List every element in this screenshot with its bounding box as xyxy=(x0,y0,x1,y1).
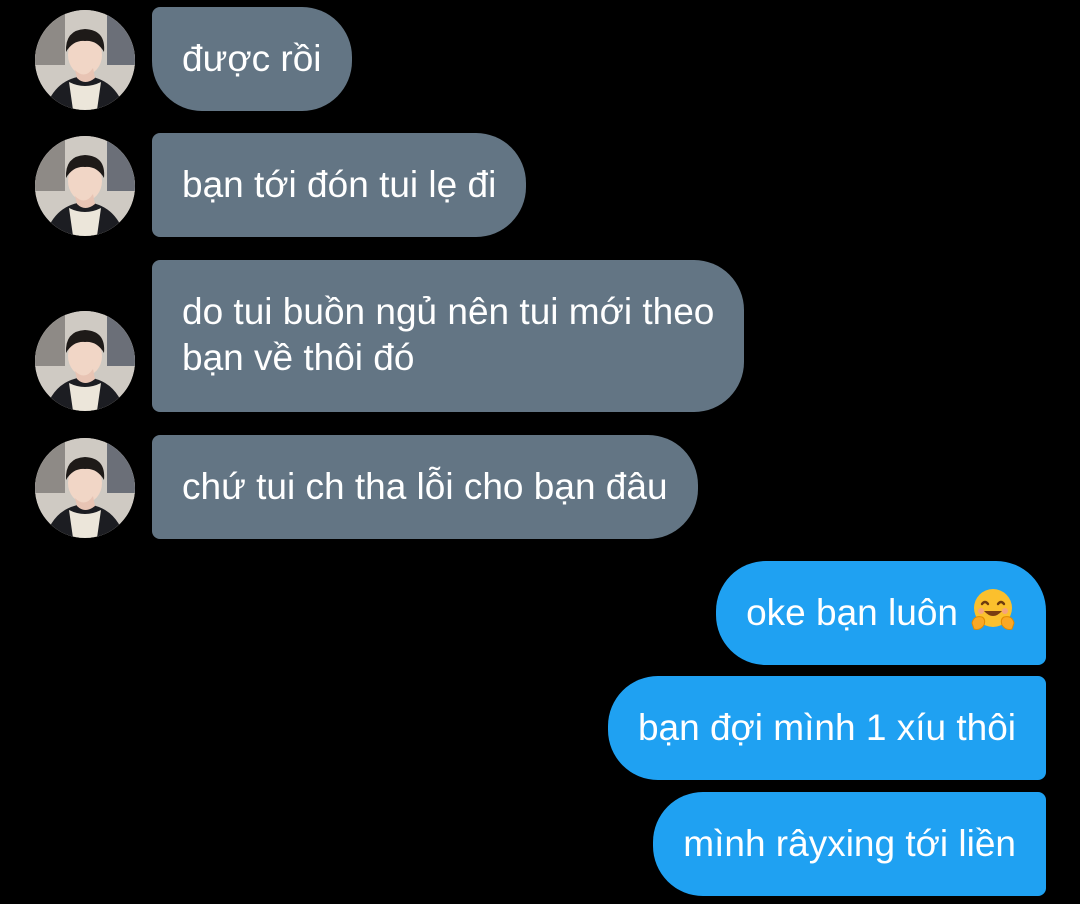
contact-photo xyxy=(35,438,135,538)
contact-avatar[interactable] xyxy=(35,10,135,110)
contact-avatar[interactable] xyxy=(35,136,135,236)
message-text: bạn đợi mình 1 xíu thôi xyxy=(637,707,1016,748)
message-text: được rồi xyxy=(182,38,322,79)
contact-photo xyxy=(35,311,135,411)
incoming-message[interactable]: được rồi xyxy=(152,7,352,111)
hugging-face-emoji-icon xyxy=(970,587,1016,633)
contact-avatar[interactable] xyxy=(35,438,135,538)
message-text: bạn tới đón tui lẹ đi xyxy=(182,164,497,205)
message-text-line: do tui buồn ngủ nên tui mới theo xyxy=(182,291,715,332)
contact-photo xyxy=(35,136,135,236)
incoming-message[interactable]: bạn tới đón tui lẹ đi xyxy=(152,133,527,237)
outgoing-message[interactable]: mình râyxing tới liền xyxy=(653,792,1046,896)
outgoing-message[interactable]: bạn đợi mình 1 xíu thôi xyxy=(607,676,1046,780)
contact-photo xyxy=(35,10,135,110)
incoming-message[interactable]: chứ tui ch tha lỗi cho bạn đâu xyxy=(152,435,698,539)
outgoing-message[interactable]: oke bạn luôn xyxy=(716,561,1046,665)
incoming-message[interactable]: do tui buồn ngủ nên tui mới theo bạn về … xyxy=(152,260,745,412)
message-text: oke bạn luôn xyxy=(746,592,958,633)
message-text: mình râyxing tới liền xyxy=(683,823,1016,864)
message-text-line: bạn về thôi đó xyxy=(182,337,415,378)
message-text: chứ tui ch tha lỗi cho bạn đâu xyxy=(182,466,668,507)
contact-avatar[interactable] xyxy=(35,311,135,411)
